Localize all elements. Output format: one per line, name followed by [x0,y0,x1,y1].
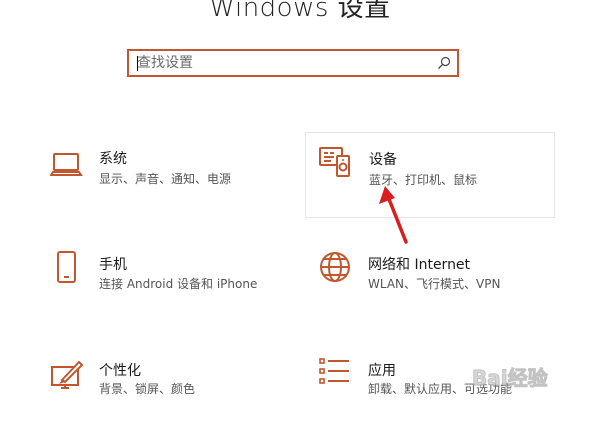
search-box[interactable] [127,49,459,77]
tile-system-desc: 显示、声音、通知、电源 [99,172,232,186]
search-icon[interactable] [437,56,451,70]
apps-list-icon [319,358,349,384]
globe-icon [320,252,350,282]
tile-personalization-name: 个性化 [99,363,141,379]
tile-network-name: 网络和 Internet [368,257,471,273]
tile-phone-desc: 连接 Android 设备和 iPhone [99,277,258,291]
window-title: Windows 设置 [209,0,391,23]
text-caret [137,56,138,71]
tile-devices[interactable]: 设备 蓝牙、打印机、鼠标 [305,132,555,218]
tile-apps-name: 应用 [368,363,396,379]
laptop-icon [50,153,83,176]
tile-phone[interactable]: 手机 连接 Android 设备和 iPhone [40,238,290,324]
personalization-icon [51,360,84,389]
tile-network[interactable]: 网络和 Internet WLAN、飞行模式、VPN [305,238,555,324]
tile-devices-name: 设备 [369,152,397,168]
tile-system[interactable]: 系统 显示、声音、通知、电源 [40,132,290,218]
annotation-arrow [379,186,408,244]
tile-network-desc: WLAN、飞行模式、VPN [368,277,501,291]
tile-phone-name: 手机 [99,257,127,273]
tile-personalization[interactable]: 个性化 背景、锁屏、颜色 [40,344,290,430]
phone-icon [57,251,76,283]
devices-icon [319,147,350,177]
search-input[interactable] [129,51,437,75]
tile-system-name: 系统 [99,151,127,167]
baidu-watermark: Bai经验 [472,358,592,392]
watermark-text: Bai经验 [472,366,549,391]
tile-personalization-desc: 背景、锁屏、颜色 [99,382,196,396]
